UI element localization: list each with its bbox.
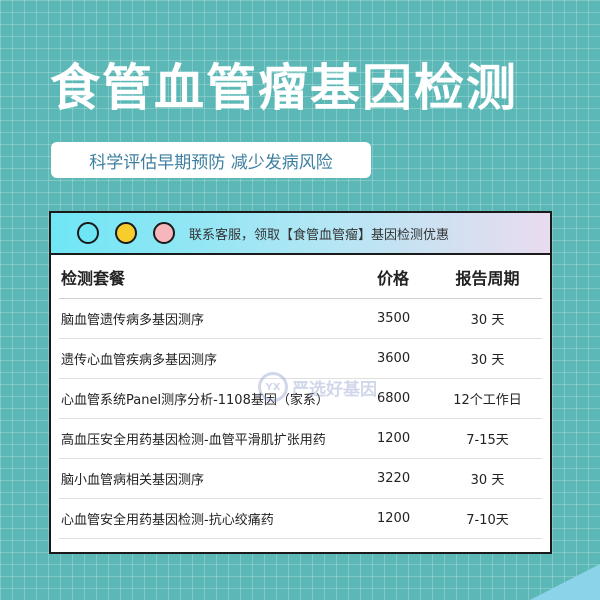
subtitle-text: 科学评估早期预防 减少发病风险 [89,152,333,173]
package-period: 30 天 [470,353,505,368]
table-row[interactable]: 脑血管遗传病多基因测序 3500 30 天 [59,299,542,339]
package-table: 检测套餐 价格 报告周期 脑血管遗传病多基因测序 3500 30 天 遗传心血管… [51,255,550,539]
column-header-package: 检测套餐 [61,268,126,288]
table-row[interactable]: 高血压安全用药基因检测-血管平滑肌扩张用药 1200 7-15天 [59,419,542,459]
column-header-price: 价格 [377,268,410,288]
package-price: 1200 [377,511,411,526]
package-name: 心血管系统Panel测序分析-1108基因（家系） [61,393,329,408]
package-name: 高血压安全用药基因检测-血管平滑肌扩张用药 [61,433,326,448]
package-price: 3500 [377,311,411,326]
package-price: 3220 [377,471,411,486]
table-row[interactable]: 遗传心血管疾病多基因测序 3600 30 天 [59,339,542,379]
package-price: 6800 [377,391,411,406]
package-name: 脑血管遗传病多基因测序 [61,313,205,328]
card-header-bar: 联系客服，领取【食管血管瘤】基因检测优惠 [51,213,550,255]
package-period: 12个工作日 [453,393,522,408]
contact-service-text[interactable]: 联系客服，领取【食管血管瘤】基因检测优惠 [189,224,449,243]
package-period: 7-15天 [466,433,509,448]
table-row[interactable]: 脑小血管病相关基因测序 3220 30 天 [59,459,542,499]
package-name: 遗传心血管疾病多基因测序 [61,353,218,368]
package-period: 30 天 [470,313,505,328]
package-period: 7-10天 [466,513,509,528]
package-card: 联系客服，领取【食管血管瘤】基因检测优惠 检测套餐 价格 报告周期 脑血管遗传病… [49,211,552,554]
table-header-row: 检测套餐 价格 报告周期 [59,255,542,299]
table-row[interactable]: 心血管安全用药基因检测-抗心绞痛药 1200 7-10天 [59,499,542,539]
package-name: 心血管安全用药基因检测-抗心绞痛药 [61,513,274,528]
package-period: 30 天 [470,473,505,488]
subtitle-banner: 科学评估早期预防 减少发病风险 [51,142,371,178]
corner-decoration [530,564,600,600]
pink-dot-icon [153,222,175,244]
column-header-period: 报告周期 [455,268,520,288]
table-row[interactable]: 心血管系统Panel测序分析-1108基因（家系） 6800 12个工作日 [59,379,542,419]
package-name: 脑小血管病相关基因测序 [61,473,205,488]
yellow-dot-icon [115,222,137,244]
cyan-dot-icon [77,222,99,244]
package-price: 3600 [377,351,411,366]
page-title: 食管血管瘤基因检测 [50,59,518,117]
package-price: 1200 [377,431,411,446]
